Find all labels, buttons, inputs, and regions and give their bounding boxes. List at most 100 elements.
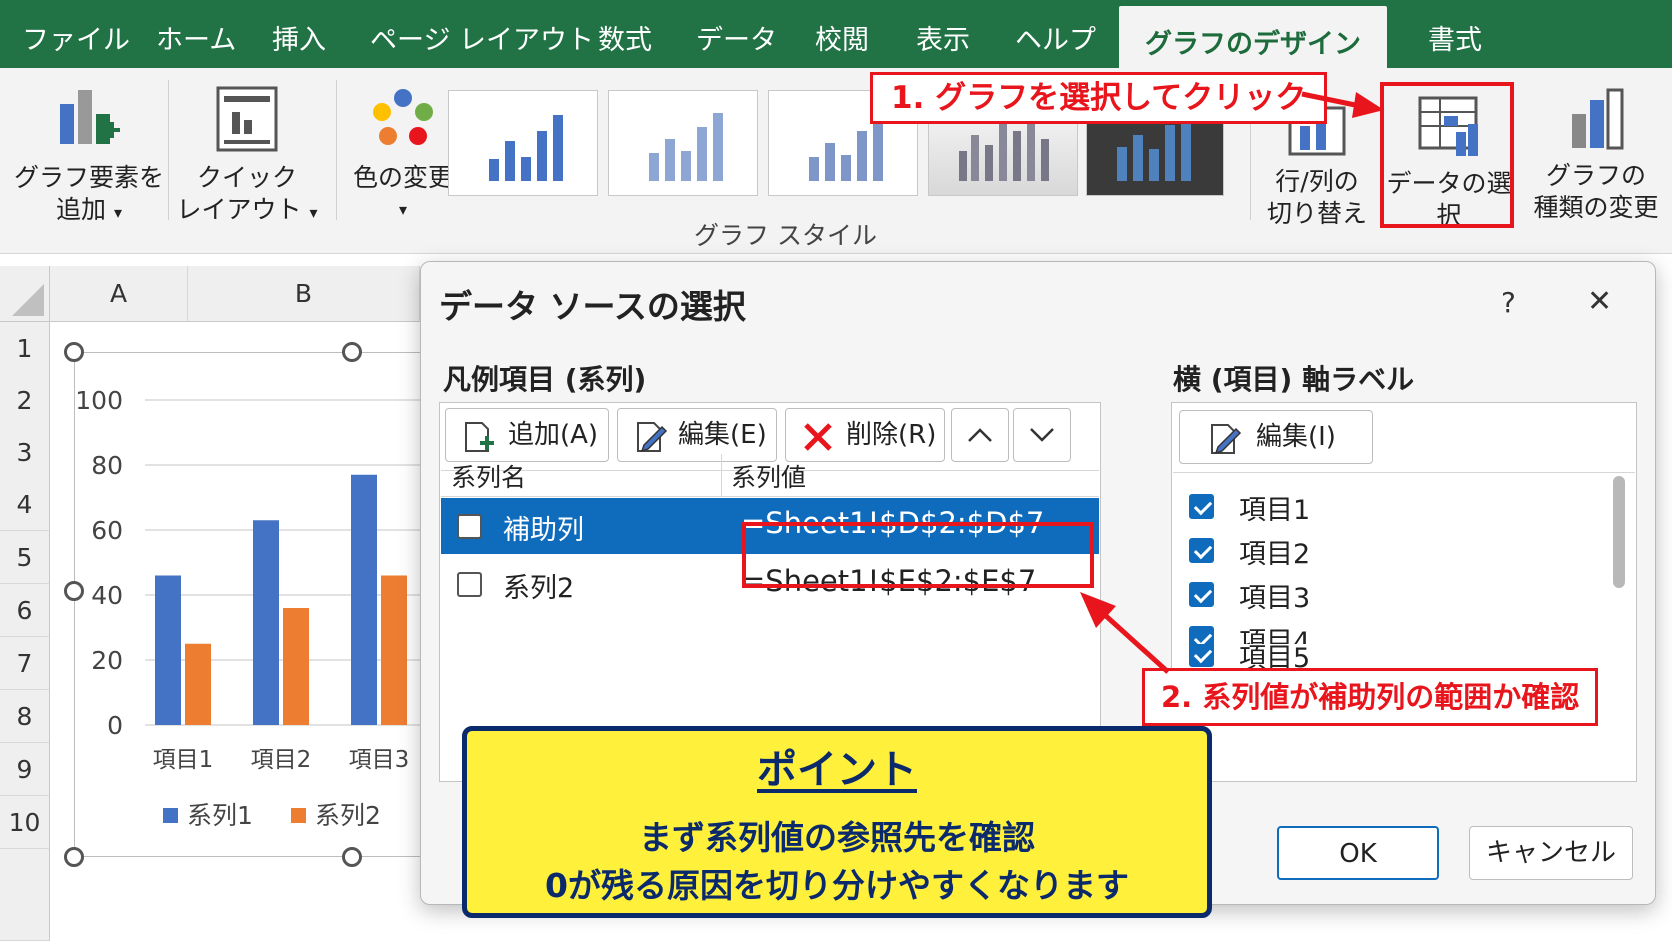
resize-handle[interactable] bbox=[64, 847, 84, 867]
quick-layout-button[interactable]: クイック レイアウト ▾ bbox=[172, 78, 322, 228]
x-tick-label: 項目2 bbox=[251, 747, 312, 773]
tab-file[interactable]: ファイル bbox=[22, 18, 130, 57]
chart-style-preview-icon bbox=[489, 115, 563, 181]
axis-list-scrollbar[interactable] bbox=[1613, 476, 1625, 588]
series-row-name: 補助列 bbox=[503, 515, 584, 546]
axis-label-checkbox[interactable] bbox=[1189, 644, 1214, 667]
switch-row-column-label-1: 行/列の bbox=[1275, 167, 1359, 196]
step1-arrow-icon bbox=[1301, 91, 1384, 118]
ok-button[interactable]: OK bbox=[1277, 826, 1439, 880]
select-all-corner[interactable] bbox=[0, 266, 50, 322]
quick-layout-label-2: レイアウト bbox=[176, 195, 302, 224]
row-header-10[interactable]: 10 bbox=[0, 796, 50, 849]
cancel-button[interactable]: キャンセル bbox=[1469, 826, 1633, 880]
dialog-title: データ ソースの選択 bbox=[439, 287, 746, 326]
column-header-b[interactable]: B bbox=[188, 266, 420, 322]
corner-triangle-icon bbox=[12, 284, 44, 316]
legend-entries-label: 凡例項目 (系列) bbox=[443, 363, 647, 396]
chart-style-1[interactable] bbox=[448, 90, 598, 196]
row-header-6[interactable]: 6 bbox=[0, 584, 50, 637]
x-tick-label: 項目3 bbox=[349, 747, 410, 773]
axis-label-text: 項目4 bbox=[1239, 627, 1311, 644]
tab-chart-design[interactable]: グラフのデザイン bbox=[1119, 6, 1387, 68]
axis-label-item[interactable]: 項目3 bbox=[1173, 572, 1577, 616]
edit-series-label: 編集(E) bbox=[678, 420, 767, 450]
delete-series-label: 削除(R) bbox=[846, 420, 937, 450]
tab-formulas[interactable]: 数式 bbox=[598, 18, 652, 57]
add-series-button[interactable]: 追加(A) bbox=[445, 408, 609, 462]
axis-label-checkbox[interactable] bbox=[1189, 626, 1214, 644]
tab-view[interactable]: 表示 bbox=[916, 18, 970, 57]
row-header-7[interactable]: 7 bbox=[0, 637, 50, 690]
color-palette-icon bbox=[373, 89, 433, 145]
edit-series-button[interactable]: 編集(E) bbox=[617, 408, 777, 462]
chart-style-2[interactable] bbox=[608, 90, 758, 196]
column-header-a[interactable]: A bbox=[50, 266, 188, 322]
tab-home[interactable]: ホーム bbox=[156, 18, 236, 57]
axis-labels-label: 横 (項目) 軸ラベル bbox=[1173, 363, 1415, 396]
add-element-label-1: グラフ要素を bbox=[14, 163, 165, 192]
row-header-1[interactable]: 1 bbox=[0, 322, 50, 375]
y-tick-label: 40 bbox=[91, 581, 123, 610]
row-header-2[interactable]: 2 bbox=[0, 374, 50, 427]
tab-format[interactable]: 書式 bbox=[1428, 18, 1482, 57]
step2-callout: 2. 系列値が補助列の範囲か確認 bbox=[1142, 668, 1599, 726]
resize-handle[interactable] bbox=[64, 581, 84, 601]
axis-label-text: 項目3 bbox=[1239, 583, 1311, 614]
move-down-button[interactable] bbox=[1013, 408, 1071, 462]
delete-x-icon bbox=[804, 423, 832, 451]
switch-row-column-label-2: 切り替え bbox=[1266, 199, 1367, 228]
axis-label-checkbox[interactable] bbox=[1189, 494, 1214, 519]
axis-label-checkbox[interactable] bbox=[1189, 582, 1214, 607]
delete-series-button[interactable]: 削除(R) bbox=[785, 408, 945, 462]
axis-label-text: 項目1 bbox=[1239, 495, 1311, 526]
tab-review[interactable]: 校閲 bbox=[815, 18, 869, 57]
quick-layout-label-1: クイック bbox=[196, 163, 297, 192]
add-element-label-2: 追加 bbox=[56, 195, 107, 224]
bar-系列1-項目1 bbox=[155, 575, 181, 725]
axis-label-item-partial[interactable]: 項目5 bbox=[1173, 644, 1577, 668]
bar-系列2-項目1 bbox=[185, 643, 211, 725]
legend-label: 系列2 bbox=[315, 801, 381, 830]
row-header-9[interactable]: 9 bbox=[0, 743, 50, 796]
axis-label-item[interactable]: 項目1 bbox=[1173, 484, 1577, 528]
series-checkbox[interactable] bbox=[457, 514, 482, 539]
add-series-label: 追加(A) bbox=[508, 420, 599, 450]
move-up-button[interactable] bbox=[951, 408, 1009, 462]
row-header-3[interactable]: 3 bbox=[0, 426, 50, 479]
add-chart-element-button[interactable]: グラフ要素を 追加 ▾ bbox=[14, 78, 164, 228]
bar-系列2-項目3 bbox=[381, 575, 407, 725]
point-title: ポイント bbox=[757, 747, 917, 793]
edit-axis-labels-button[interactable]: 編集(I) bbox=[1179, 410, 1373, 464]
legend-swatch bbox=[291, 808, 306, 823]
row-header-5[interactable]: 5 bbox=[0, 531, 50, 584]
axis-label-text: 項目2 bbox=[1239, 539, 1311, 570]
x-tick-label: 項目1 bbox=[153, 747, 214, 773]
legend-label: 系列1 bbox=[187, 801, 253, 830]
resize-handle[interactable] bbox=[342, 342, 362, 362]
ribbon-separator bbox=[336, 80, 337, 220]
tab-data[interactable]: データ bbox=[696, 18, 777, 57]
close-icon[interactable]: ✕ bbox=[1587, 284, 1612, 319]
axis-label-checkbox[interactable] bbox=[1189, 538, 1214, 563]
bar-系列1-項目3 bbox=[351, 474, 377, 725]
divider bbox=[441, 496, 1099, 497]
edit-pencil-icon bbox=[1211, 424, 1242, 455]
resize-handle[interactable] bbox=[64, 342, 84, 362]
embedded-chart[interactable]: 100 80 60 40 20 0 項目1 項目2 項目3 系列1 系列2 bbox=[74, 352, 455, 857]
divider bbox=[1173, 472, 1635, 473]
resize-handle[interactable] bbox=[342, 847, 362, 867]
tab-page-layout[interactable]: ページ レイアウト bbox=[370, 18, 594, 57]
tab-insert[interactable]: 挿入 bbox=[272, 18, 326, 57]
series-row-name: 系列2 bbox=[503, 573, 575, 604]
help-icon[interactable]: ? bbox=[1501, 286, 1516, 319]
tab-help[interactable]: ヘルプ bbox=[1015, 18, 1096, 57]
axis-label-item[interactable]: 項目2 bbox=[1173, 528, 1577, 572]
series-name-header: 系列名 bbox=[451, 463, 527, 492]
axis-label-text: 項目5 bbox=[1239, 644, 1311, 668]
axis-label-item[interactable]: 項目4 bbox=[1173, 616, 1577, 644]
series-checkbox[interactable] bbox=[457, 572, 482, 597]
row-header-4[interactable]: 4 bbox=[0, 478, 50, 531]
row-header-8[interactable]: 8 bbox=[0, 690, 50, 743]
change-chart-type-button[interactable]: グラフの 種類の変更 bbox=[1526, 84, 1666, 224]
